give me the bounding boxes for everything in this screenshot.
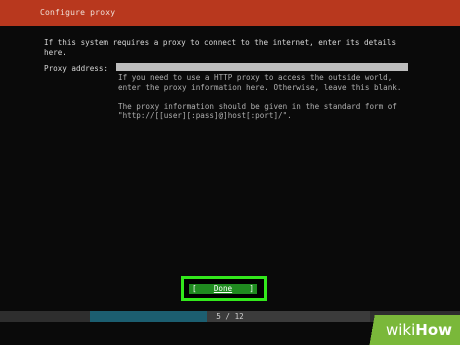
done-bracket-open: [ [192,284,197,293]
wikihow-logo: wikiHow [385,321,452,339]
proxy-address-input[interactable] [116,63,408,71]
help-paragraph: If you need to use a HTTP proxy to acces… [118,73,402,92]
page-title: Configure proxy [40,8,116,17]
proxy-help-text: If you need to use a HTTP proxy to acces… [118,73,418,130]
intro-text: If this system requires a proxy to conne… [44,38,397,57]
help-paragraph: The proxy information should be given in… [118,101,397,121]
wikihow-watermark: wikiHow [360,315,460,345]
done-bracket-close: ] [249,284,254,293]
proxy-address-label: Proxy address: [44,64,109,73]
header-bar: Configure proxy [0,0,460,26]
done-button[interactable]: [ Done ] [189,284,257,294]
done-label: Done [213,284,233,293]
